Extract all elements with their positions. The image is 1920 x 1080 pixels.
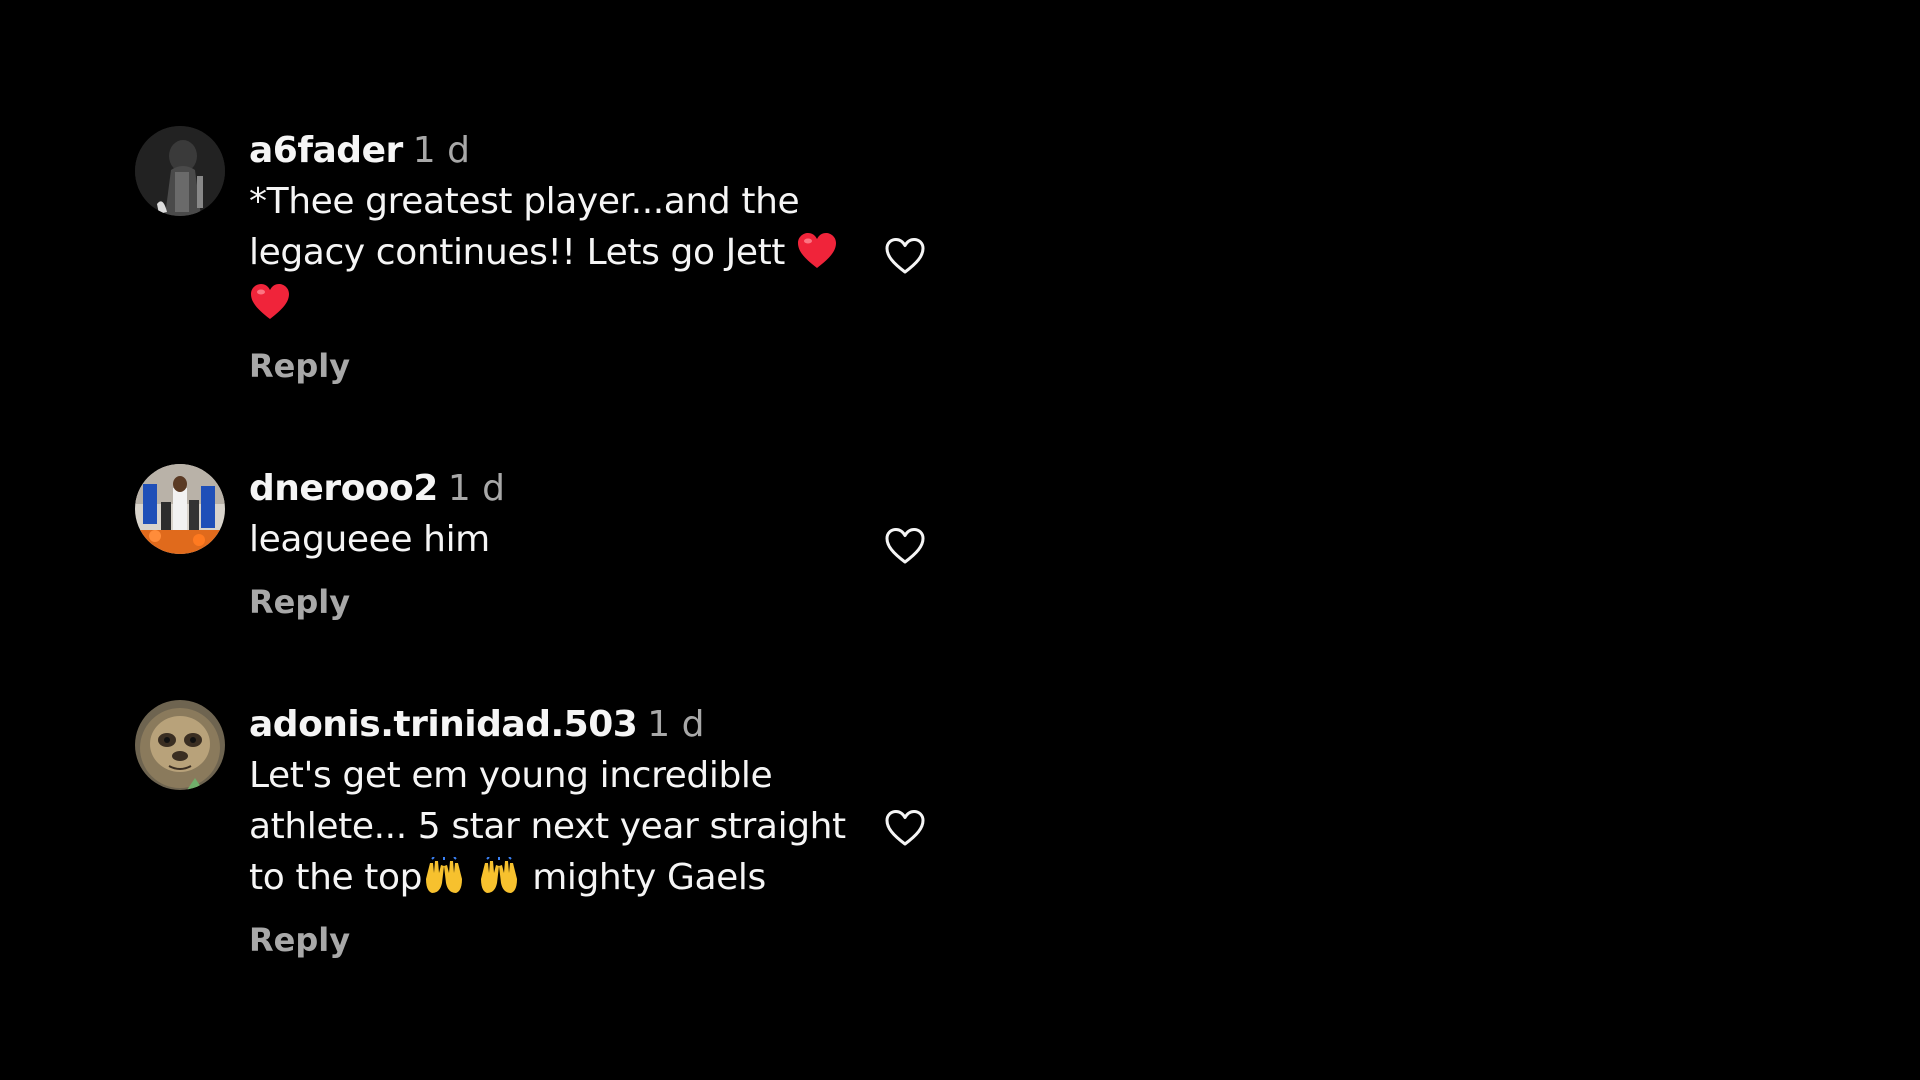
username-link[interactable]: adonis.trinidad.503 — [249, 704, 638, 745]
heart-outline-icon[interactable] — [883, 526, 927, 566]
heart-outline-icon[interactable] — [883, 808, 927, 848]
raising-hands-emoji-icon — [422, 856, 466, 897]
comment-text: Let's get em young incredible athlete...… — [249, 750, 869, 903]
avatar[interactable] — [135, 464, 225, 554]
comment-timestamp[interactable]: 1 d — [413, 130, 470, 171]
reply-button[interactable]: Reply — [249, 583, 350, 621]
comment-text-tail: mighty Gaels — [521, 857, 766, 898]
comment-timestamp[interactable]: 1 d — [448, 468, 505, 509]
username-link[interactable]: a6fader — [249, 130, 403, 171]
raising-hands-emoji-icon — [477, 856, 521, 897]
comment-header: a6fader 1 d — [249, 126, 1009, 176]
comment-text: *Thee greatest player...and the legacy c… — [249, 176, 869, 329]
red-heart-emoji-icon — [796, 232, 838, 270]
comment-header: dnerooo2 1 d — [249, 464, 1009, 514]
red-heart-emoji-icon — [249, 283, 291, 321]
avatar[interactable] — [135, 700, 225, 790]
heart-outline-icon[interactable] — [883, 236, 927, 276]
username-link[interactable]: dnerooo2 — [249, 468, 438, 509]
comment-timestamp[interactable]: 1 d — [647, 704, 704, 745]
comment-header: adonis.trinidad.503 1 d — [249, 700, 1009, 750]
comment-text: leagueee him — [249, 519, 490, 560]
reply-button[interactable]: Reply — [249, 921, 350, 959]
avatar[interactable] — [135, 126, 225, 216]
comment-text-body: *Thee greatest player...and the legacy c… — [249, 181, 800, 273]
reply-button[interactable]: Reply — [249, 347, 350, 385]
